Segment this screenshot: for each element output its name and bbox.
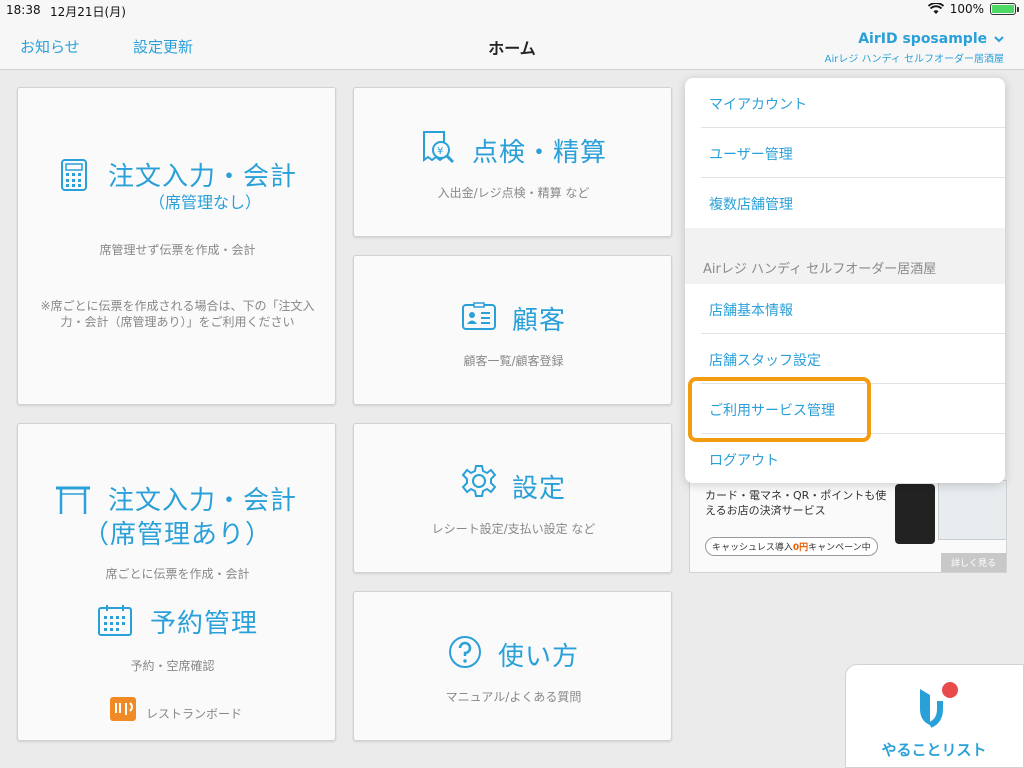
- restaurant-board-link[interactable]: レストランボード: [146, 705, 242, 722]
- highlight-frame: [688, 377, 871, 442]
- chevron-down-icon: [994, 36, 1004, 43]
- menu-section-header: Airレジ ハンディ セルフオーダー居酒屋: [685, 228, 1005, 284]
- airid-menu-toggle[interactable]: AirID sposample Airレジ ハンディ セルフオーダー居酒屋: [825, 31, 1004, 65]
- gear-icon: [462, 465, 496, 497]
- menu-item-multi-store[interactable]: 複数店舗管理: [685, 178, 1005, 228]
- todo-label: やることリスト: [881, 741, 987, 759]
- promo-text: カード・電マネ・QR・ポイントも使えるお店の決済サービス: [705, 489, 887, 517]
- tile-howto[interactable]: 使い方 マニュアル/よくある質問: [353, 591, 672, 741]
- menu-item-my-account[interactable]: マイアカウント: [685, 78, 1005, 128]
- tile-settings[interactable]: 設定 レシート設定/支払い設定 など: [353, 423, 672, 573]
- tile-title: 注文入力・会計: [108, 486, 298, 516]
- tile-title: 使い方: [498, 642, 580, 672]
- help-icon: [449, 636, 481, 668]
- todo-icon: [920, 682, 958, 728]
- svg-text:¥: ¥: [437, 146, 443, 157]
- tile-desc: 入出金/レジ点検・精算 など: [437, 186, 590, 200]
- tile-title: 設定: [512, 474, 567, 504]
- menu-item-store-info[interactable]: 店舗基本情報: [685, 284, 1005, 334]
- tile-note: ※席ごとに伝票を作成される場合は、下の「注文入力・会計（席管理あり）」をご利用く…: [40, 299, 315, 329]
- tile-desc: マニュアル/よくある質問: [445, 690, 582, 704]
- battery-percent: 100%: [949, 2, 984, 16]
- tile-order-seat[interactable]: 注文入力・会計 （席管理あり） 席ごとに伝票を作成・会計 予約管理 予約・空席確…: [17, 423, 336, 741]
- promo-banner[interactable]: カード・電マネ・QR・ポイントも使えるお店の決済サービス キャッシュレス導入0円…: [689, 480, 1007, 573]
- menu-item-user-management[interactable]: ユーザー管理: [685, 128, 1005, 178]
- tile-desc: 席ごとに伝票を作成・会計: [105, 567, 250, 581]
- receipt-search-icon: ¥: [423, 131, 455, 164]
- reservation-desc: 予約・空席確認: [130, 659, 215, 673]
- tile-subtitle: （席管理なし）: [148, 193, 261, 212]
- store-name: Airレジ ハンディ セルフオーダー居酒屋: [824, 54, 1004, 65]
- battery-icon: [990, 3, 1019, 15]
- tile-order-noseat[interactable]: 注文入力・会計 （席管理なし） 席管理せず伝票を作成・会計 ※席ごとに伝票を作成…: [17, 87, 336, 405]
- status-bar: 18:38 12月21日(月) 100%: [0, 0, 1024, 20]
- tile-desc: 席管理せず伝票を作成・会計: [99, 243, 256, 257]
- todo-list-button[interactable]: やることリスト: [845, 664, 1024, 768]
- airid-label: AirID sposample: [858, 31, 988, 47]
- tile-desc: レシート設定/支払い設定 など: [431, 522, 596, 536]
- status-right: 100%: [927, 2, 1019, 16]
- status-time: 18:38: [6, 3, 41, 17]
- tile-check[interactable]: ¥ 点検・精算 入出金/レジ点検・精算 など: [353, 87, 672, 237]
- wifi-icon: [927, 3, 944, 14]
- tile-title: 点検・精算: [472, 138, 608, 168]
- reservation-title: 予約管理: [150, 609, 259, 639]
- restaurant-board-logo: [110, 697, 136, 721]
- table-icon: [56, 486, 90, 514]
- tile-subtitle: （席管理あり）: [82, 520, 272, 550]
- status-date: 12月21日(月): [50, 5, 126, 19]
- nav-bar: お知らせ 設定更新 ホーム AirID sposample Airレジ ハンディ…: [0, 20, 1024, 70]
- card-reader-image: [895, 484, 935, 544]
- tablet-screen-image: [938, 480, 1006, 540]
- tile-desc: 顧客一覧/顧客登録: [463, 354, 564, 368]
- tile-customer[interactable]: 顧客 顧客一覧/顧客登録: [353, 255, 672, 405]
- promo-badge: キャッシュレス導入0円キャンペーン中: [705, 537, 878, 556]
- tile-title: 注文入力・会計: [108, 162, 298, 192]
- promo-more-button[interactable]: 詳しく見る: [940, 553, 1006, 572]
- calculator-icon: [61, 159, 87, 191]
- tile-title: 顧客: [512, 306, 567, 336]
- customer-card-icon: [462, 302, 496, 330]
- calendar-icon: [98, 605, 132, 636]
